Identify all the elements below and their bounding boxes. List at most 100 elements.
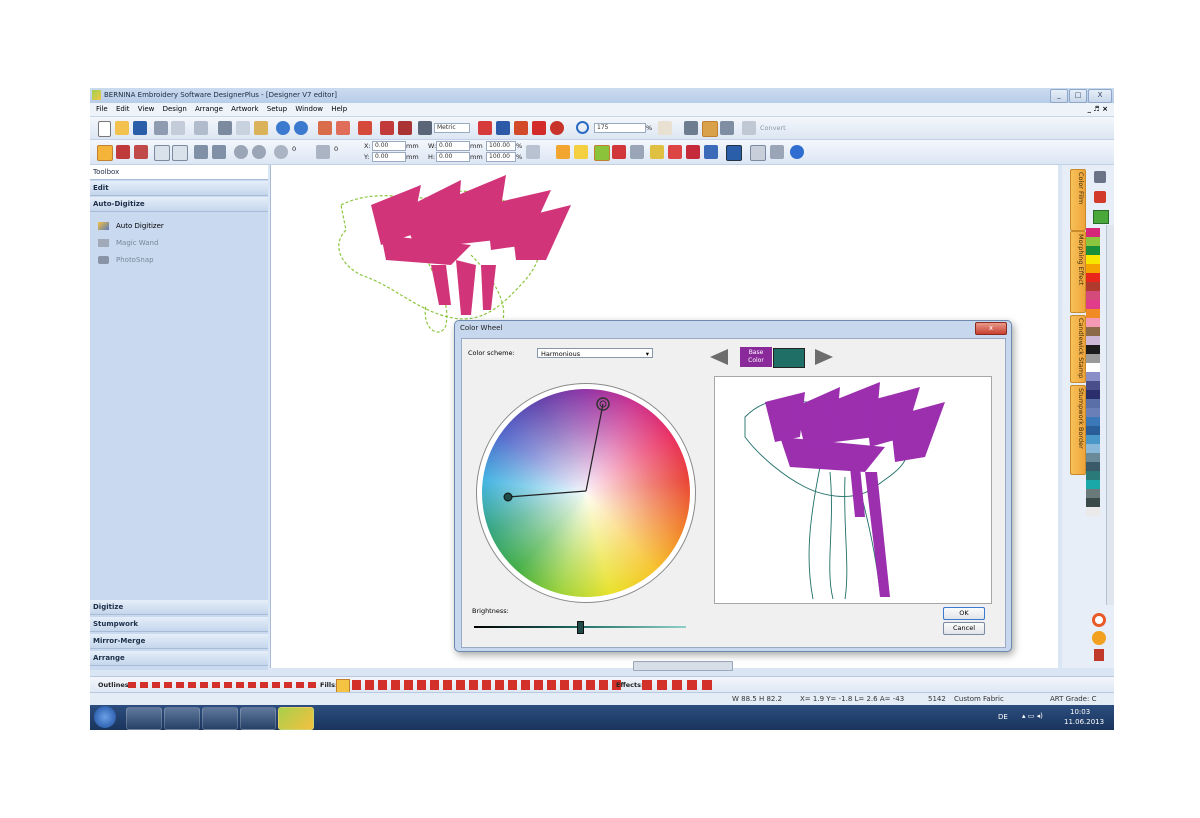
mirror-horizontal-icon[interactable] <box>212 145 226 159</box>
tray-icons[interactable]: ▴ ▭ ◂) <box>1022 712 1043 720</box>
branching-icon[interactable] <box>668 145 682 159</box>
taskbar-bernina-icon[interactable] <box>278 707 314 730</box>
tools-icon[interactable] <box>418 121 432 135</box>
menu-design[interactable]: Design <box>163 103 187 116</box>
dialog-close-button[interactable]: x <box>975 322 1007 335</box>
rotate-left-icon[interactable] <box>234 145 248 159</box>
slant-value[interactable]: 0 <box>334 145 338 153</box>
palette-swatch[interactable] <box>1086 327 1100 336</box>
auto-digitizer-item[interactable]: Auto Digitizer <box>116 222 164 230</box>
color-scheme-select[interactable]: Harmonious ▾ <box>537 348 653 358</box>
palette-swatch[interactable] <box>1086 435 1100 444</box>
palette-swatch[interactable] <box>1086 228 1100 237</box>
stitch-player-icon[interactable] <box>398 121 412 135</box>
menu-window[interactable]: Window <box>295 103 323 116</box>
palette-swatch[interactable] <box>1086 318 1100 327</box>
menu-arrange[interactable]: Arrange <box>195 103 223 116</box>
h-field[interactable]: 0.00 <box>436 152 470 162</box>
palette-swatch[interactable] <box>1086 399 1100 408</box>
convert-label[interactable]: Convert <box>760 124 786 132</box>
base-color-swatch[interactable] <box>773 348 805 368</box>
rotate-value[interactable]: 0 <box>292 145 296 153</box>
true-view-icon[interactable] <box>702 121 718 137</box>
palette-swatch[interactable] <box>1086 381 1100 390</box>
units-select[interactable]: Metric <box>434 123 470 133</box>
magic-wand-toolbar-icon[interactable] <box>594 145 610 161</box>
menu-edit[interactable]: Edit <box>116 103 130 116</box>
design-info-icon[interactable] <box>194 121 208 135</box>
palette-swatch[interactable] <box>1086 408 1100 417</box>
x-field[interactable]: 0.00 <box>372 141 406 151</box>
select-object-icon[interactable] <box>116 145 130 159</box>
menu-setup[interactable]: Setup <box>267 103 287 116</box>
fill-pattern-icon[interactable] <box>612 145 626 159</box>
menu-help[interactable]: Help <box>331 103 347 116</box>
menu-file[interactable]: File <box>96 103 108 116</box>
next-color-arrow-icon[interactable] <box>815 349 833 365</box>
import-icon[interactable] <box>318 121 332 135</box>
base-color-handle[interactable] <box>503 492 513 502</box>
palette-swatch[interactable] <box>1086 336 1100 345</box>
menu-view[interactable]: View <box>138 103 155 116</box>
stitch-play-icon[interactable] <box>790 145 804 159</box>
palette-swatch[interactable] <box>1086 255 1100 264</box>
palette-swatch[interactable] <box>1086 480 1100 489</box>
palette-swatch[interactable] <box>1086 300 1100 309</box>
taskbar-media-icon[interactable] <box>202 707 238 730</box>
write-machine-icon[interactable] <box>380 121 394 135</box>
palette-swatch[interactable] <box>1086 462 1100 471</box>
toolbox-section-mirror-merge[interactable]: Mirror-Merge <box>90 634 268 649</box>
select-arrow-icon[interactable] <box>97 145 113 161</box>
save-icon[interactable] <box>133 121 147 135</box>
tab-color-film[interactable]: Color Film <box>1070 169 1086 231</box>
taskbar-explorer-icon[interactable] <box>164 707 200 730</box>
copy-icon[interactable] <box>236 121 250 135</box>
eyedropper-icon[interactable] <box>1094 171 1106 183</box>
paste-icon[interactable] <box>254 121 268 135</box>
palette-swatch[interactable] <box>1086 363 1100 372</box>
palette-swatch[interactable] <box>1086 471 1100 480</box>
sequence-icon[interactable] <box>556 145 570 159</box>
y-field[interactable]: 0.00 <box>372 152 406 162</box>
photosnap-item[interactable]: PhotoSnap <box>116 256 154 264</box>
rotate-angle-icon[interactable] <box>274 145 288 159</box>
zoom-input[interactable]: 175 <box>594 123 646 133</box>
polygon-select-icon[interactable] <box>134 145 148 159</box>
fill-satin-icon[interactable] <box>336 679 350 693</box>
spool-icon[interactable] <box>1094 649 1104 661</box>
toolbox-section-stumpwork[interactable]: Stumpwork <box>90 617 268 632</box>
effect-types-strip[interactable] <box>642 680 712 690</box>
slow-redraw-icon[interactable] <box>684 121 698 135</box>
magic-wand-item[interactable]: Magic Wand <box>116 239 158 247</box>
export-icon[interactable] <box>336 121 350 135</box>
palette-swatch[interactable] <box>1086 507 1100 516</box>
palette-scrollbar[interactable] <box>1106 225 1114 605</box>
fill-types-strip[interactable] <box>352 680 622 690</box>
needle-points-icon[interactable] <box>550 121 564 135</box>
tray-language[interactable]: DE <box>998 713 1008 721</box>
palette-swatch[interactable] <box>1086 498 1100 507</box>
frame-icon[interactable] <box>704 145 718 159</box>
sparkle-icon[interactable] <box>650 145 664 159</box>
current-color-swatch[interactable] <box>1093 210 1109 224</box>
start-button[interactable] <box>94 706 116 728</box>
palette-swatch[interactable] <box>1086 345 1100 354</box>
artwork-icon[interactable] <box>514 121 528 135</box>
rotate-right-icon[interactable] <box>252 145 266 159</box>
taskbar-ie-icon[interactable] <box>126 707 162 730</box>
tab-candlewick-stamp[interactable]: Candlewick Stamp <box>1070 315 1086 383</box>
print-preview-icon[interactable] <box>171 121 185 135</box>
menu-artwork[interactable]: Artwork <box>231 103 258 116</box>
toolbox-section-edit[interactable]: Edit <box>90 181 268 196</box>
palette-swatch[interactable] <box>1086 282 1100 291</box>
grid-hash-icon[interactable] <box>750 145 766 161</box>
palette-swatch[interactable] <box>1086 291 1100 300</box>
palette-swatch[interactable] <box>1086 372 1100 381</box>
ok-button[interactable]: OK <box>943 607 985 620</box>
palette-swatch[interactable] <box>1086 264 1100 273</box>
mirror-vertical-icon[interactable] <box>194 145 208 159</box>
undo-icon[interactable] <box>276 121 290 135</box>
scale-w-field[interactable]: 100.00 <box>486 141 516 151</box>
outline-types-strip[interactable] <box>128 682 320 688</box>
palette-swatch[interactable] <box>1086 453 1100 462</box>
